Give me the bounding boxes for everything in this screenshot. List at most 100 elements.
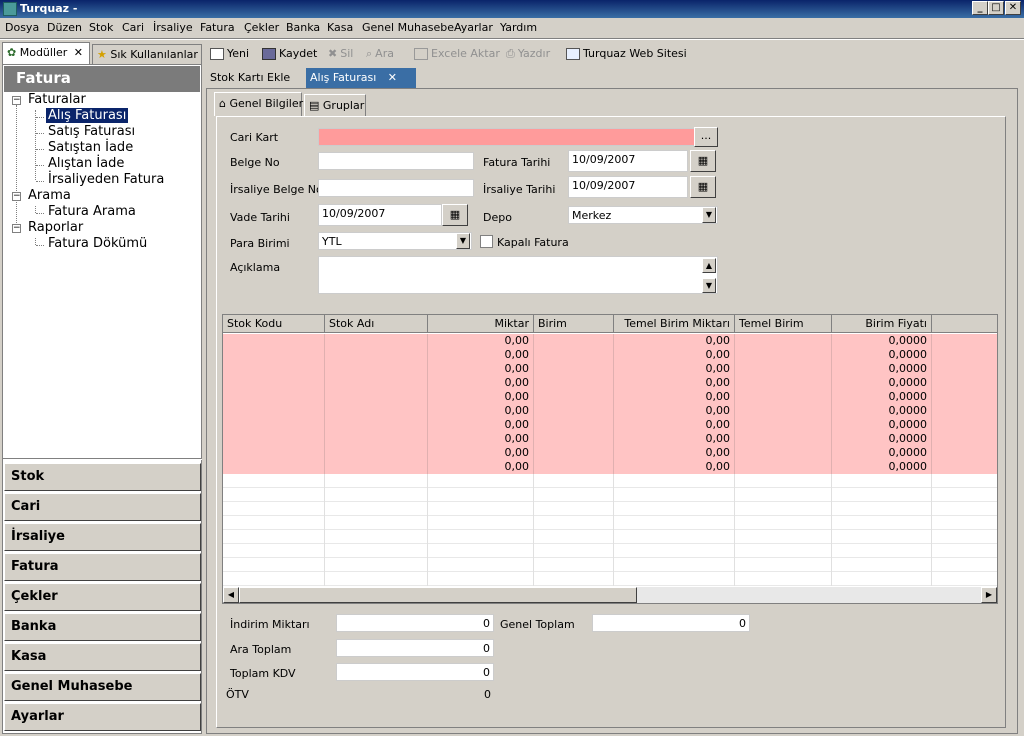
table-row[interactable]: 0,00 0,00 0,0000: [223, 418, 997, 432]
grid-cell[interactable]: 0,00: [614, 460, 735, 474]
grid-cell[interactable]: 0,00: [614, 376, 735, 390]
grid-cell[interactable]: [223, 502, 325, 516]
grid-cell[interactable]: 0,0000: [832, 418, 932, 432]
module-banka[interactable]: Banka: [4, 613, 201, 641]
close-icon[interactable]: ✕: [388, 71, 397, 84]
grid-cell[interactable]: [534, 502, 614, 516]
grid-cell[interactable]: [325, 460, 428, 474]
grid-cell[interactable]: 0,0000: [832, 362, 932, 376]
scroll-down-icon[interactable]: ▼: [702, 278, 716, 293]
table-row[interactable]: [223, 516, 997, 530]
tree-node-alistan-iade[interactable]: Alıştan İade: [48, 156, 124, 171]
grid-cell[interactable]: [735, 502, 832, 516]
grid-cell[interactable]: 0,0000: [832, 390, 932, 404]
grid-cell[interactable]: [325, 558, 428, 572]
grid-cell[interactable]: [932, 446, 997, 460]
menu-yardim[interactable]: Yardım: [500, 21, 537, 34]
close-icon[interactable]: ✕: [74, 46, 83, 59]
grid-cell[interactable]: [932, 404, 997, 418]
tab-sik-kullanilanlar[interactable]: ★ Sık Kullanılanlar: [92, 44, 202, 64]
grid-cell[interactable]: [614, 544, 735, 558]
grid-cell[interactable]: [735, 572, 832, 586]
grid-cell[interactable]: [832, 530, 932, 544]
menu-genel-muhasebe[interactable]: Genel Muhasebe: [362, 21, 454, 34]
grid-cell[interactable]: 0,00: [614, 334, 735, 348]
grid-cell[interactable]: [223, 544, 325, 558]
grid-cell[interactable]: [534, 558, 614, 572]
collapse-icon[interactable]: −: [12, 192, 21, 201]
table-row[interactable]: 0,00 0,00 0,0000: [223, 334, 997, 348]
grid-cell[interactable]: [534, 348, 614, 362]
grid-cell[interactable]: [614, 558, 735, 572]
grid-cell[interactable]: [735, 460, 832, 474]
grid-header-birim-fiyati[interactable]: Birim Fiyatı: [832, 315, 932, 333]
collapse-icon[interactable]: −: [12, 96, 21, 105]
calendar-icon[interactable]: ▦: [690, 150, 716, 172]
scroll-up-icon[interactable]: ▲: [702, 258, 716, 273]
menu-cekler[interactable]: Çekler: [244, 21, 279, 34]
grid-cell[interactable]: [932, 474, 997, 488]
grid-cell[interactable]: 0,0000: [832, 334, 932, 348]
grid-cell[interactable]: [223, 432, 325, 446]
grid-cell[interactable]: 0,00: [428, 334, 534, 348]
minimize-button[interactable]: _: [972, 1, 988, 15]
grid-cell[interactable]: [428, 516, 534, 530]
grid-cell[interactable]: 0,00: [428, 404, 534, 418]
grid-cell[interactable]: [223, 488, 325, 502]
module-cari[interactable]: Cari: [4, 493, 201, 521]
module-genel-muhasebe[interactable]: Genel Muhasebe: [4, 673, 201, 701]
table-row[interactable]: [223, 558, 997, 572]
tree-node-fatura-dokumu[interactable]: Fatura Dökümü: [48, 236, 147, 251]
grid-cell[interactable]: [534, 516, 614, 530]
grid-cell[interactable]: [832, 572, 932, 586]
grid-cell[interactable]: [614, 516, 735, 530]
grid-header-stok-kodu[interactable]: Stok Kodu: [223, 315, 325, 333]
grid-cell[interactable]: 0,00: [614, 362, 735, 376]
grid-cell[interactable]: [735, 362, 832, 376]
grid-cell[interactable]: [223, 404, 325, 418]
grid-cell[interactable]: 0,00: [428, 376, 534, 390]
grid-cell[interactable]: [223, 334, 325, 348]
grid-cell[interactable]: [735, 334, 832, 348]
grid-cell[interactable]: [832, 516, 932, 530]
grid-cell[interactable]: [223, 418, 325, 432]
tree-node-satis-faturasi[interactable]: Satış Faturası: [48, 124, 135, 139]
search-button[interactable]: ⌕ Ara: [366, 47, 394, 61]
print-button[interactable]: ⎙ Yazdır: [506, 47, 550, 61]
grid-cell[interactable]: [534, 446, 614, 460]
table-row[interactable]: 0,00 0,00 0,0000: [223, 362, 997, 376]
grid-cell[interactable]: [534, 460, 614, 474]
belge-no-input[interactable]: [318, 152, 474, 170]
irsaliye-belge-no-input[interactable]: [318, 179, 474, 197]
grid-cell[interactable]: [832, 474, 932, 488]
grid-cell[interactable]: [534, 404, 614, 418]
table-row[interactable]: [223, 544, 997, 558]
grid-cell[interactable]: [325, 572, 428, 586]
grid-cell[interactable]: [735, 348, 832, 362]
scroll-left-icon[interactable]: ◀: [223, 587, 239, 603]
grid-cell[interactable]: [932, 432, 997, 446]
grid-cell[interactable]: [223, 516, 325, 530]
grid-cell[interactable]: [832, 488, 932, 502]
tree-node-satistan-iade[interactable]: Satıştan İade: [48, 140, 133, 155]
vade-tarihi-input[interactable]: 10/09/2007: [318, 204, 442, 226]
grid-cell[interactable]: [428, 544, 534, 558]
grid-cell[interactable]: [223, 348, 325, 362]
grid-cell[interactable]: [735, 404, 832, 418]
grid-cell[interactable]: [735, 390, 832, 404]
grid-cell[interactable]: [735, 544, 832, 558]
grid-cell[interactable]: [223, 446, 325, 460]
grid-cell[interactable]: [534, 390, 614, 404]
grid-cell[interactable]: [932, 362, 997, 376]
excel-export-button[interactable]: Excele Aktar: [414, 47, 500, 60]
grid-cell[interactable]: [534, 376, 614, 390]
grid-cell[interactable]: [534, 544, 614, 558]
grid-cell[interactable]: 0,00: [614, 418, 735, 432]
grid-cell[interactable]: [735, 488, 832, 502]
grid-cell[interactable]: [428, 572, 534, 586]
new-button[interactable]: Yeni: [210, 47, 249, 60]
menu-duzen[interactable]: Düzen: [47, 21, 82, 34]
delete-button[interactable]: ✖ Sil: [328, 47, 353, 60]
grid-cell[interactable]: 0,00: [428, 348, 534, 362]
collapse-icon[interactable]: −: [12, 224, 21, 233]
